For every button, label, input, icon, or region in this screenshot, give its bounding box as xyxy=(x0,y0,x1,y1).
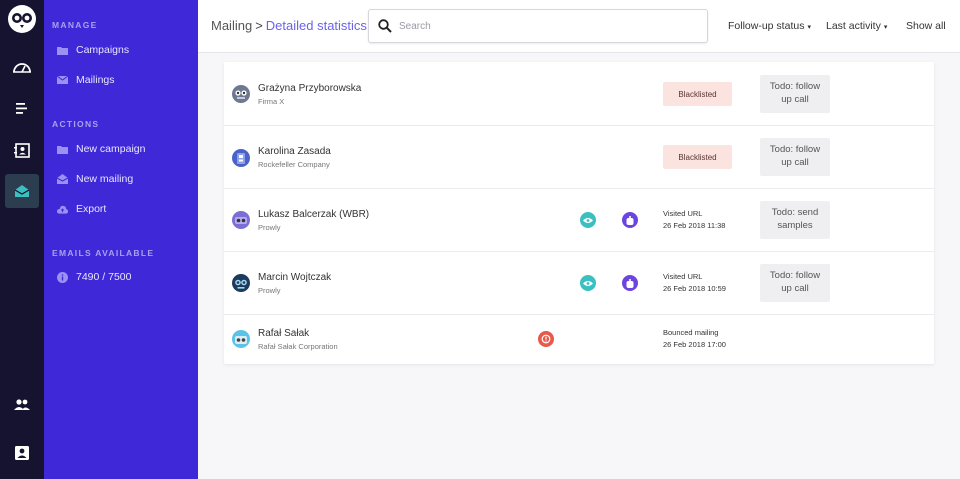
avatar xyxy=(232,330,250,348)
emails-available-value: 7490 / 7500 xyxy=(76,271,132,283)
breadcrumb-separator: > xyxy=(255,18,263,33)
breadcrumb: Mailing > Detailed statistics xyxy=(211,18,367,33)
contact-name[interactable]: Grażyna Przyborowska xyxy=(258,83,361,94)
caret-down-icon: ▾ xyxy=(807,24,811,31)
sidebar-item-export[interactable]: Export xyxy=(44,197,198,221)
todo-badge[interactable]: Todo: follow up call xyxy=(760,264,830,302)
mail-icon xyxy=(57,75,68,86)
show-all-filter[interactable]: Show all xyxy=(906,20,946,32)
last-activity-label: Last activity xyxy=(826,20,881,32)
todo-line: Todo: follow xyxy=(769,144,821,155)
folder-icon xyxy=(57,45,68,56)
open-mail-icon xyxy=(57,174,68,185)
todo-line: Todo: follow xyxy=(769,270,821,281)
status-badge: Blacklisted xyxy=(663,145,732,169)
status-badge: Blacklisted xyxy=(663,82,732,106)
contacts-table: Grażyna Przyborowska Firma X Blacklisted… xyxy=(224,62,934,364)
cloud-upload-icon xyxy=(57,204,68,215)
show-all-label: Show all xyxy=(906,20,946,32)
contact-company: Firma X xyxy=(258,97,285,106)
last-activity-filter[interactable]: Last activity ▾ xyxy=(826,20,887,32)
activity-date: 26 Feb 2018 17:00 xyxy=(663,340,726,349)
table-row[interactable]: Grażyna Przyborowska Firma X Blacklisted… xyxy=(224,62,934,126)
todo-badge[interactable]: Todo: follow up call xyxy=(760,138,830,176)
todo-line: up call xyxy=(781,157,809,168)
avatar xyxy=(232,274,250,292)
sidebar-item-campaigns[interactable]: Campaigns xyxy=(44,38,198,62)
todo-badge[interactable]: Todo: follow up call xyxy=(760,75,830,113)
sidebar-item-label: Campaigns xyxy=(76,44,130,56)
icon-rail xyxy=(0,0,44,479)
table-row[interactable]: Karolina Zasada Rockefeller Company Blac… xyxy=(224,126,934,189)
search-icon xyxy=(378,19,392,33)
sidebar-item-mailings[interactable]: Mailings xyxy=(44,68,198,92)
table-row[interactable]: Rafał Sałak Rafał Sałak Corporation Boun… xyxy=(224,315,934,364)
emails-available-counter: 7490 / 7500 xyxy=(44,265,198,289)
owl-logo-icon[interactable] xyxy=(7,4,37,34)
opened-eye-icon xyxy=(580,275,596,291)
followup-status-filter[interactable]: Follow-up status ▾ xyxy=(728,20,811,32)
top-header: Mailing>Detailed statistics Follow-up st… xyxy=(198,0,960,53)
clicked-pointer-icon xyxy=(622,275,638,291)
mailing-icon[interactable] xyxy=(5,174,39,208)
sidebar-item-label: Mailings xyxy=(76,74,115,86)
sidebar-item-label: Export xyxy=(76,203,107,215)
sidebar: MANAGE Campaigns Mailings ACTIONS New ca… xyxy=(44,0,198,479)
activity-type: Visited URL xyxy=(663,272,703,281)
activity-date: 26 Feb 2018 11:38 xyxy=(663,221,726,230)
account-icon[interactable] xyxy=(5,436,39,470)
bounced-alert-icon xyxy=(538,331,554,347)
todo-line: up call xyxy=(781,94,809,105)
search-input[interactable] xyxy=(399,16,699,36)
sidebar-item-new-campaign[interactable]: New campaign xyxy=(44,137,198,161)
contact-company: Rockefeller Company xyxy=(258,160,330,169)
info-icon xyxy=(57,271,68,283)
contact-company: Prowly xyxy=(258,223,281,232)
section-title-actions: ACTIONS xyxy=(52,119,100,129)
clicked-pointer-icon xyxy=(622,212,638,228)
contact-company: Prowly xyxy=(258,286,281,295)
breadcrumb-root[interactable]: Mailing xyxy=(211,18,252,33)
breadcrumb-current: Detailed statistics xyxy=(265,18,367,33)
section-title-emails-available: EMAILS AVAILABLE xyxy=(52,248,155,258)
table-row[interactable]: Marcin Wojtczak Prowly Visited URL 26 Fe… xyxy=(224,252,934,315)
activity-date: 26 Feb 2018 10:59 xyxy=(663,284,726,293)
contact-name[interactable]: Lukasz Balcerzak (WBR) xyxy=(258,209,369,220)
followup-status-label: Follow-up status xyxy=(728,20,805,32)
contact-name[interactable]: Rafał Sałak xyxy=(258,328,309,339)
avatar xyxy=(232,85,250,103)
activity-type: Bounced mailing xyxy=(663,328,719,337)
list-icon[interactable] xyxy=(5,91,39,125)
sidebar-item-new-mailing[interactable]: New mailing xyxy=(44,167,198,191)
dashboard-icon[interactable] xyxy=(5,50,39,84)
contact-company: Rafał Sałak Corporation xyxy=(258,342,338,351)
contact-name[interactable]: Marcin Wojtczak xyxy=(258,272,331,283)
todo-line: samples xyxy=(777,220,813,231)
caret-down-icon: ▾ xyxy=(883,24,888,31)
todo-line: up call xyxy=(781,283,809,294)
todo-line: Todo: follow xyxy=(769,81,821,92)
search-box xyxy=(368,9,708,43)
sidebar-item-label: New campaign xyxy=(76,143,146,155)
table-row[interactable]: Lukasz Balcerzak (WBR) Prowly Visited UR… xyxy=(224,189,934,252)
todo-badge[interactable]: Todo: send samples xyxy=(760,201,830,239)
contact-name[interactable]: Karolina Zasada xyxy=(258,146,331,157)
sidebar-item-label: New mailing xyxy=(76,173,134,185)
avatar xyxy=(232,149,250,167)
avatar xyxy=(232,211,250,229)
folder-icon xyxy=(57,144,68,155)
activity-type: Visited URL xyxy=(663,209,703,218)
users-icon[interactable] xyxy=(5,387,39,421)
section-title-manage: MANAGE xyxy=(52,20,98,30)
contacts-book-icon[interactable] xyxy=(5,133,39,167)
todo-line: Todo: send xyxy=(771,207,819,218)
opened-eye-icon xyxy=(580,212,596,228)
